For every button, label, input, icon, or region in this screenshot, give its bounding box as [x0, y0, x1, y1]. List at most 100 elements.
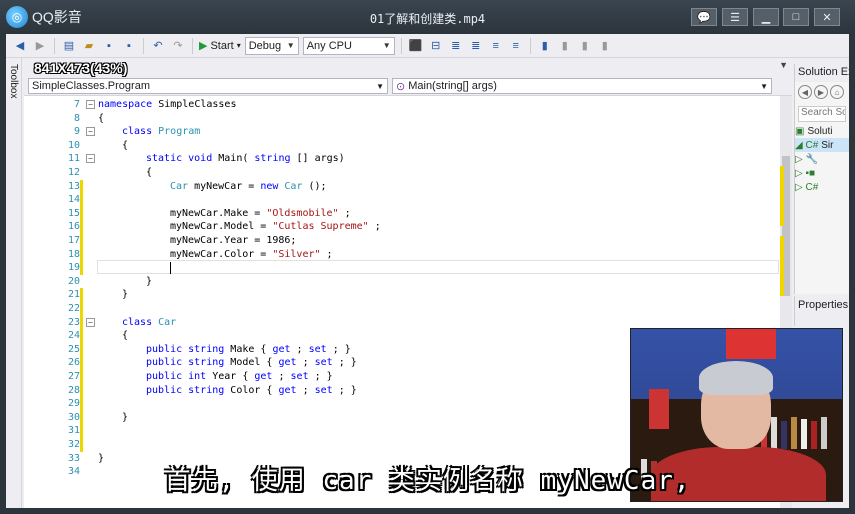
start-button[interactable]: ▶ Start ▾: [199, 39, 241, 53]
comment-icon[interactable]: ≡: [488, 38, 504, 54]
code-line[interactable]: 18 myNewCar.Color = "Silver" ;: [24, 247, 784, 262]
playlist-button[interactable]: ☰: [722, 8, 748, 26]
forward-icon[interactable]: ▶: [32, 38, 48, 54]
save-icon[interactable]: ▪: [101, 38, 117, 54]
video-surface[interactable]: ◀ ▶ ▤ ▰ ▪ ▪ ↶ ↷ ▶ Start ▾ Debug ▼ Any CP…: [6, 34, 849, 508]
player-size-overlay: 841X473(43%): [34, 60, 128, 76]
line-number: 17: [67, 235, 80, 246]
next-bookmark-icon[interactable]: ▮: [577, 38, 593, 54]
frame-bottom: [0, 508, 855, 514]
webcam-lamp: [726, 329, 776, 359]
code-line[interactable]: 22: [24, 302, 784, 316]
code-line[interactable]: 20}: [24, 275, 784, 289]
bookmark-icon[interactable]: ▮: [537, 38, 553, 54]
solution-search-input[interactable]: Search Solu: [798, 106, 846, 122]
collapse-icon[interactable]: −: [86, 317, 95, 327]
change-indicator: [80, 329, 83, 343]
code-line[interactable]: 8{: [24, 112, 784, 126]
collapse-icon[interactable]: −: [86, 154, 95, 164]
collapse-icon[interactable]: −: [86, 127, 95, 137]
forward-icon[interactable]: ▶: [814, 85, 828, 99]
code-line[interactable]: 12 {: [24, 166, 784, 180]
code-line[interactable]: 16 myNewCar.Model = "Cutlas Supreme" ;: [24, 220, 784, 234]
code-line[interactable]: 7− namespace SimpleClasses: [24, 98, 784, 112]
minimize-button[interactable]: ▁: [753, 8, 779, 26]
toolbox-strip[interactable]: Toolbox: [6, 58, 22, 508]
line-number: 28: [67, 384, 80, 396]
save-all-icon[interactable]: ▪: [121, 38, 137, 54]
line-number: 15: [67, 207, 80, 219]
uncomment-icon[interactable]: ≡: [508, 38, 524, 54]
change-indicator: [80, 356, 83, 370]
toolbar-separator: [529, 37, 531, 54]
project-icon: ▷ C#: [795, 181, 819, 193]
redo-icon[interactable]: ↷: [170, 38, 186, 54]
code-text: {: [122, 139, 129, 151]
solution-tree-item[interactable]: ▷ 🔧: [795, 152, 849, 166]
start-label: Start: [210, 39, 234, 52]
chevron-down-icon: ▼: [382, 41, 391, 50]
solution-tree-item[interactable]: ▷ C#: [795, 180, 849, 194]
change-indicator: [80, 302, 83, 316]
code-line[interactable]: 13 Car myNewCar = new Car ();: [24, 179, 784, 194]
collapse-icon[interactable]: −: [86, 100, 95, 109]
indent-icon[interactable]: ≣: [448, 38, 464, 54]
solution-tree-item[interactable]: ▣ Soluti: [795, 124, 849, 138]
line-number: 14: [67, 194, 80, 206]
line-number: 16: [67, 221, 80, 233]
code-line[interactable]: 9− class Program: [24, 125, 784, 139]
code-text: }: [146, 275, 153, 287]
configuration-select[interactable]: Debug ▼: [244, 36, 299, 55]
change-indicator: [80, 193, 83, 207]
line-number: 31: [67, 425, 80, 437]
qq-player-logo-icon[interactable]: ◎: [6, 6, 28, 28]
solution-tree-item[interactable]: ▷ ▪■: [795, 166, 849, 180]
change-indicator: [80, 315, 83, 330]
line-number: 20: [67, 275, 80, 287]
code-text: Car myNewCar = new Car ();: [170, 180, 327, 192]
member-navigation-select[interactable]: ⊙ Main(string[] args) ▼: [392, 78, 772, 94]
tab-dropdown-icon[interactable]: ▼: [779, 60, 788, 70]
close-button[interactable]: ✕: [814, 8, 840, 26]
change-indicator: [80, 438, 83, 452]
code-text: }: [122, 289, 129, 301]
solution-explorer: Solution Ex ◀ ▶ ⌂ Search Solu ▣Soluti◢ C…: [794, 64, 849, 294]
project-icon: ▣: [795, 125, 805, 137]
code-line[interactable]: 21}: [24, 288, 784, 302]
code-text: {: [122, 330, 129, 342]
back-icon[interactable]: ◀: [12, 38, 28, 54]
platform-select[interactable]: Any CPU ▼: [302, 36, 395, 55]
back-icon[interactable]: ◀: [798, 85, 812, 99]
line-number: 10: [67, 139, 80, 151]
home-icon[interactable]: ⌂: [830, 85, 844, 99]
solution-tree-item[interactable]: ◢ C# Sir: [795, 138, 849, 152]
maximize-button[interactable]: □: [783, 8, 809, 26]
line-number: 27: [67, 371, 80, 382]
project-icon: ▷ 🔧: [795, 153, 818, 165]
tree-item-label: Sir: [821, 139, 834, 151]
open-file-icon[interactable]: ▰: [81, 38, 97, 54]
code-line[interactable]: 11− static void Main( string [] args): [24, 152, 784, 166]
outdent-icon[interactable]: ≣: [468, 38, 484, 54]
solution-explorer-title[interactable]: Solution Ex: [795, 64, 849, 82]
document-tab-strip: ▼: [24, 58, 792, 76]
code-line[interactable]: 15 myNewCar.Make = "Oldsmobile" ;: [24, 206, 784, 221]
chat-icon: 💬: [697, 11, 711, 24]
prev-bookmark-icon[interactable]: ▮: [557, 38, 573, 54]
tree-item-label: Soluti: [807, 125, 833, 137]
undo-icon[interactable]: ↶: [150, 38, 166, 54]
browser-link-icon[interactable]: ⬛: [408, 38, 424, 54]
chevron-down-icon: ▼: [376, 81, 384, 91]
new-project-icon[interactable]: ▤: [61, 38, 77, 54]
mini-mode-button[interactable]: 💬: [691, 8, 717, 26]
properties-panel-title[interactable]: Properties: [794, 296, 849, 326]
code-line[interactable]: 10 {: [24, 139, 784, 153]
configuration-value: Debug: [248, 39, 282, 52]
code-line[interactable]: 17 myNewCar.Year = 1986;: [24, 234, 784, 248]
class-navigation-select[interactable]: SimpleClasses.Program ▼: [28, 78, 388, 94]
subtitle: 首先, 使用 car 类实例名称 myNewCar,: [164, 466, 691, 496]
clear-bookmarks-icon[interactable]: ▮: [597, 38, 613, 54]
code-text: class Program: [122, 126, 201, 138]
format-icon[interactable]: ⊟: [428, 38, 444, 54]
code-line[interactable]: 14: [24, 193, 784, 207]
